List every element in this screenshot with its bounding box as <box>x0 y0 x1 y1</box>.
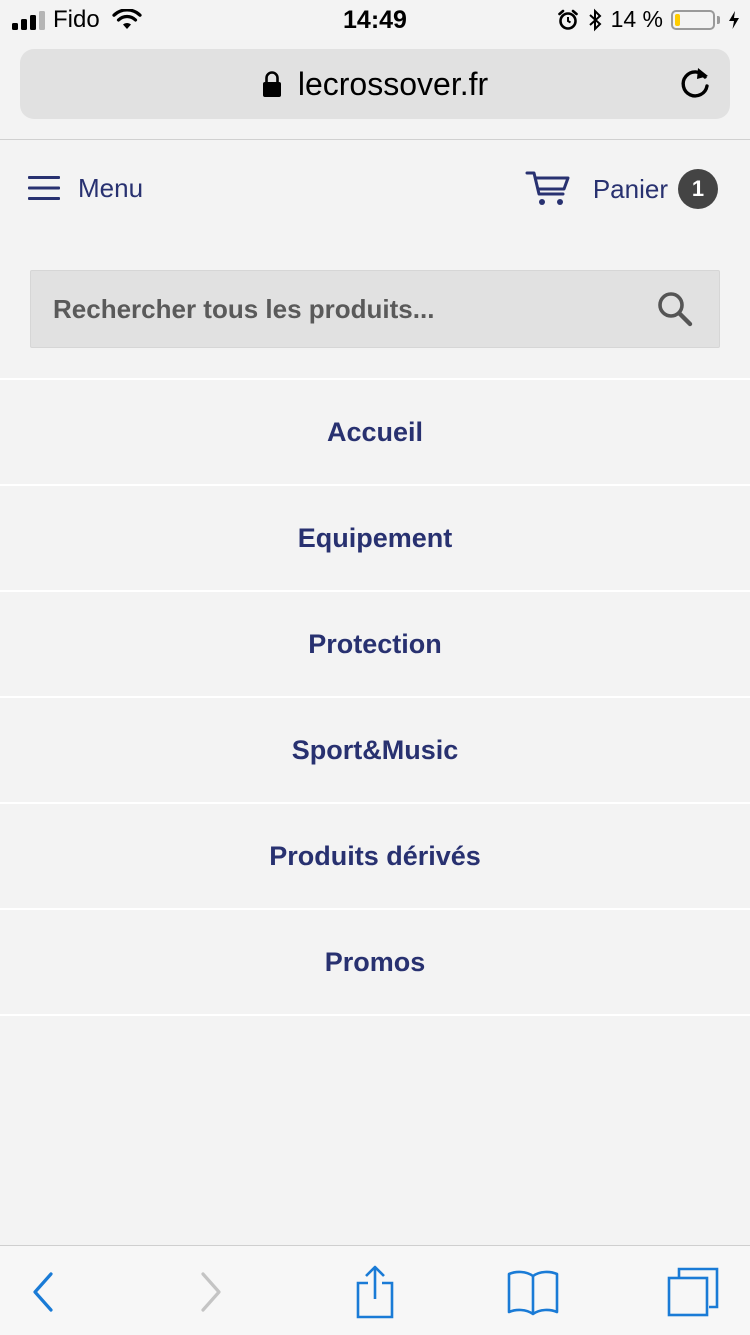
hamburger-icon <box>28 176 60 200</box>
chevron-right-icon <box>201 1272 221 1312</box>
battery-icon <box>671 9 715 30</box>
menu-button[interactable]: Menu <box>28 168 143 208</box>
battery-cap <box>717 15 720 24</box>
search-input[interactable] <box>31 271 631 347</box>
battery-level <box>675 13 680 26</box>
bookmarks-button[interactable] <box>505 1264 561 1320</box>
url-text[interactable]: lecrossover.fr <box>298 66 488 103</box>
alarm-icon <box>557 9 578 30</box>
address-center[interactable]: lecrossover.fr <box>20 49 730 119</box>
cart-count-badge: 1 <box>678 169 718 209</box>
cart-icon <box>525 171 570 205</box>
cart-label: Panier <box>592 173 668 204</box>
nav-item-protection[interactable]: Protection <box>0 590 750 696</box>
search-box[interactable] <box>30 270 720 348</box>
back-button[interactable] <box>15 1264 71 1320</box>
reload-icon[interactable] <box>676 65 714 103</box>
browser-divider <box>0 139 750 140</box>
chevron-left-icon <box>33 1272 53 1312</box>
search-icon[interactable] <box>655 289 695 329</box>
nav-item-accueil[interactable]: Accueil <box>0 378 750 484</box>
browser-toolbar <box>0 1245 750 1335</box>
address-bar[interactable]: lecrossover.fr <box>20 49 730 119</box>
share-icon <box>356 1265 394 1319</box>
book-icon <box>507 1270 559 1316</box>
menu-label: Menu <box>78 172 144 203</box>
nav-item-produits-derives[interactable]: Produits dérivés <box>0 802 750 908</box>
cart-button[interactable]: Panier 1 <box>525 168 718 210</box>
status-right: 14 % <box>557 6 740 33</box>
nav-item-promos[interactable]: Promos <box>0 908 750 1014</box>
nav-item-sport-music[interactable]: Sport&Music <box>0 696 750 802</box>
charging-icon <box>729 10 739 29</box>
tabs-icon <box>667 1267 719 1317</box>
battery-percent: 14 % <box>610 6 663 32</box>
bluetooth-icon <box>588 8 602 31</box>
nav-item-equipement[interactable]: Equipement <box>0 484 750 590</box>
forward-button[interactable] <box>183 1264 239 1320</box>
share-button[interactable] <box>347 1264 403 1320</box>
category-nav: Accueil Equipement Protection Sport&Musi… <box>0 378 750 1016</box>
lock-icon <box>262 71 281 97</box>
tabs-button[interactable] <box>665 1264 721 1320</box>
nav-divider <box>0 1014 750 1016</box>
status-bar: Fido 14:49 14 % <box>0 0 750 40</box>
